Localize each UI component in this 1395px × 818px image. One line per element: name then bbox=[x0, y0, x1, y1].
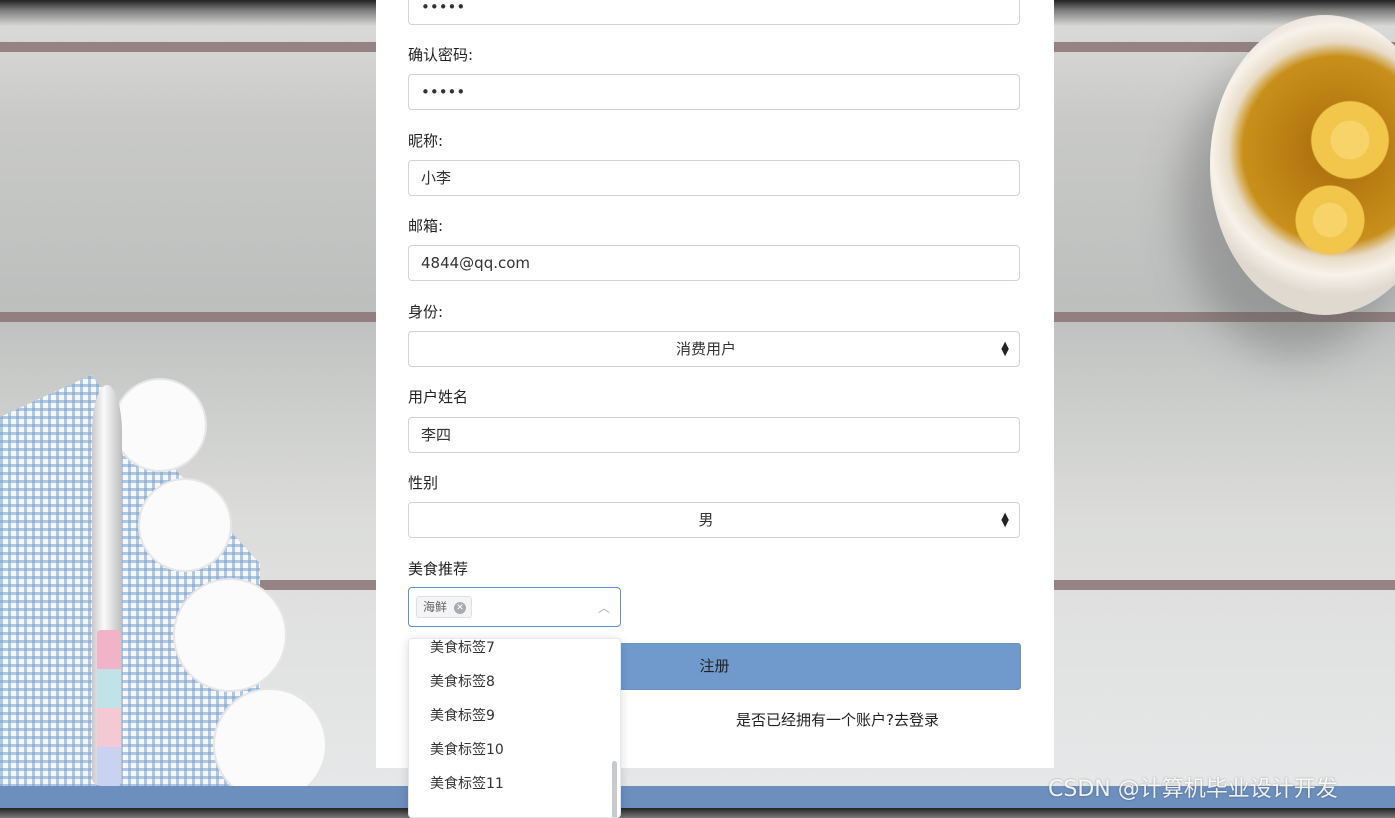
select-caret-icon: ▲ ▼ bbox=[1001, 511, 1009, 529]
password-input[interactable]: ••••• bbox=[408, 0, 1020, 25]
chevron-up-icon[interactable]: ︿ bbox=[598, 599, 610, 616]
background-knife-handle bbox=[97, 630, 121, 786]
role-select[interactable]: 消费用户 ▲ ▼ bbox=[408, 331, 1020, 367]
dropdown-option[interactable]: 美食标签11 bbox=[430, 773, 504, 793]
dropdown-option[interactable]: 美食标签9 bbox=[430, 705, 495, 725]
background-doily bbox=[215, 690, 325, 800]
real-name-label: 用户姓名 bbox=[408, 388, 469, 406]
login-link[interactable]: 是否已经拥有一个账户?去登录 bbox=[736, 709, 939, 730]
background-flower bbox=[1305, 95, 1395, 185]
confirm-password-input[interactable]: ••••• bbox=[408, 74, 1020, 110]
food-recommend-label: 美食推荐 bbox=[408, 560, 469, 578]
background-doily bbox=[140, 480, 230, 570]
email-input[interactable]: 4844@qq.com bbox=[408, 245, 1020, 281]
dropdown-option[interactable]: 美食标签7 bbox=[430, 639, 495, 657]
role-select-value: 消费用户 bbox=[675, 340, 736, 358]
dropdown-scrollbar[interactable] bbox=[612, 761, 617, 817]
background-doily bbox=[115, 380, 205, 470]
nickname-input[interactable]: 小李 bbox=[408, 160, 1020, 196]
confirm-password-label: 确认密码: bbox=[408, 46, 474, 64]
real-name-input[interactable]: 李四 bbox=[408, 417, 1020, 453]
background-flower bbox=[1290, 180, 1370, 260]
selected-tag-label: 海鲜 bbox=[423, 600, 448, 614]
select-caret-icon: ▲ ▼ bbox=[1001, 340, 1009, 358]
role-label: 身份: bbox=[408, 303, 444, 321]
tag-close-icon[interactable]: ✕ bbox=[454, 602, 467, 614]
gender-label: 性别 bbox=[408, 474, 439, 492]
background-doily bbox=[175, 580, 285, 690]
email-label: 邮箱: bbox=[408, 217, 444, 235]
nickname-label: 昵称: bbox=[408, 132, 444, 150]
gender-select[interactable]: 男 ▲ ▼ bbox=[408, 502, 1020, 538]
food-multi-select[interactable]: 海鲜 ✕ ︿ bbox=[408, 587, 621, 627]
food-dropdown-menu: 美食标签7 美食标签8 美食标签9 美食标签10 美食标签11 bbox=[408, 638, 621, 818]
watermark: CSDN @计算机毕业设计开发 bbox=[1048, 777, 1338, 802]
selected-tag: 海鲜 ✕ bbox=[416, 596, 473, 618]
dropdown-option[interactable]: 美食标签8 bbox=[430, 671, 495, 691]
gender-select-value: 男 bbox=[698, 511, 714, 529]
dropdown-option[interactable]: 美食标签10 bbox=[430, 739, 504, 759]
